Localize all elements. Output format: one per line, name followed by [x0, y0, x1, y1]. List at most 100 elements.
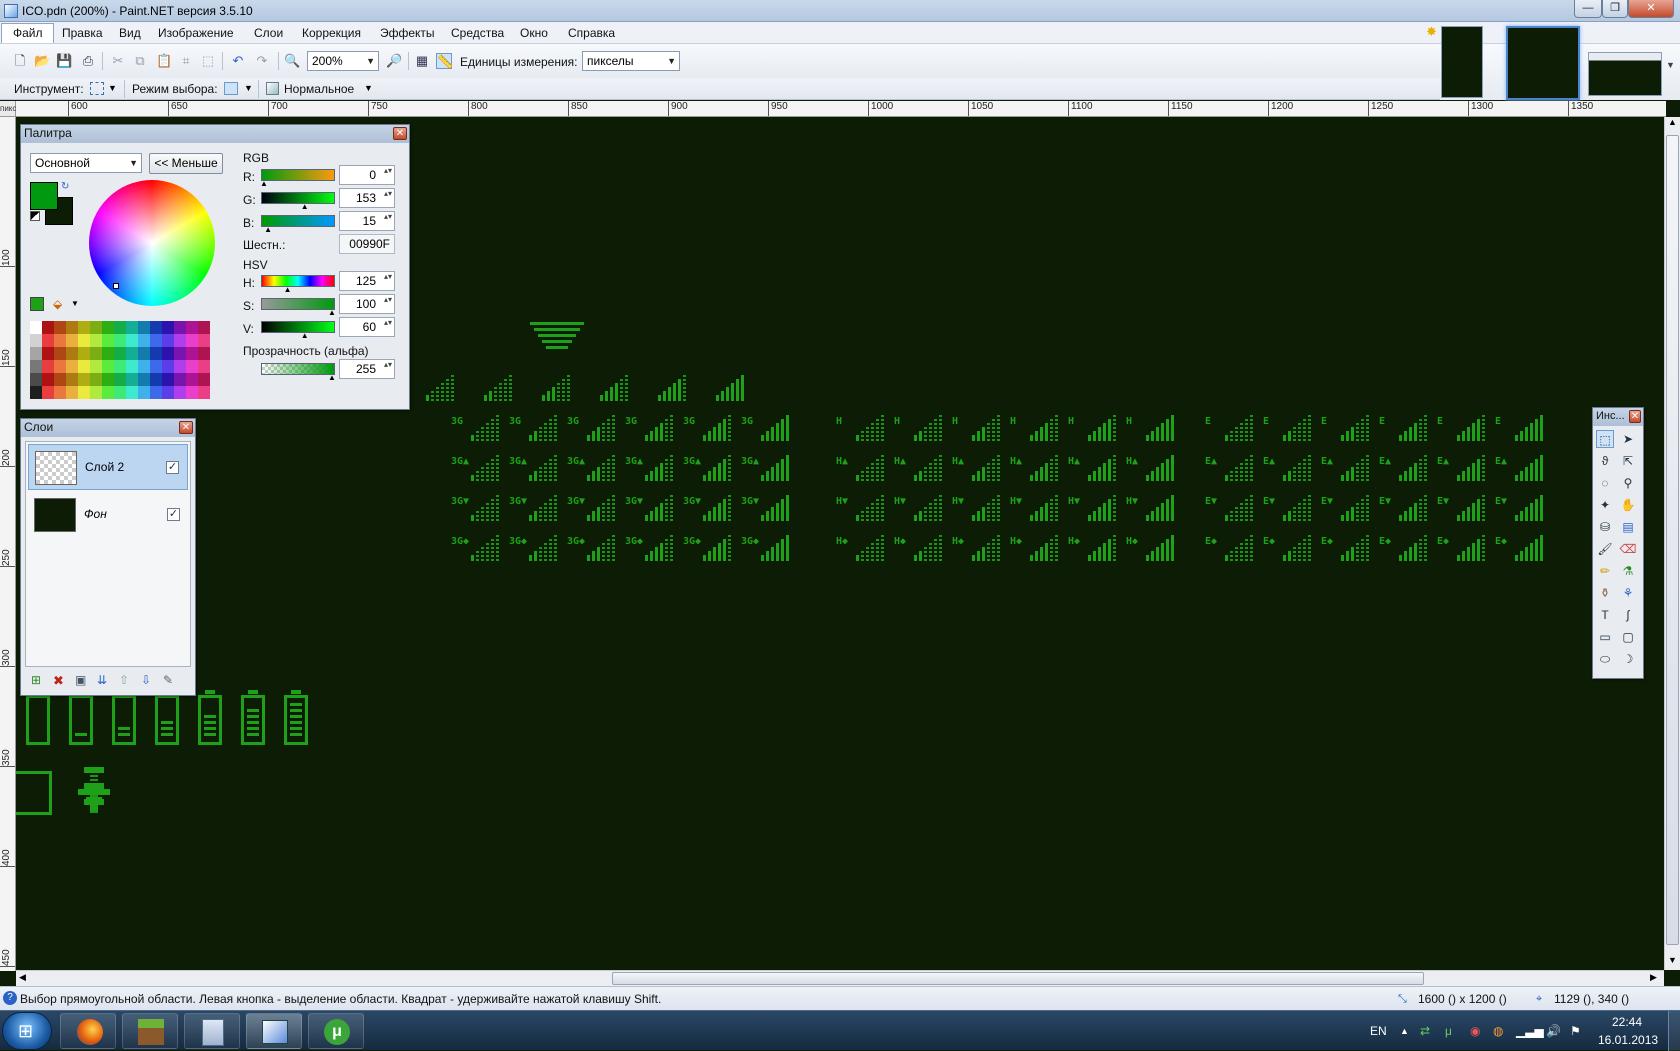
add-layer-icon[interactable]: ⊞ — [31, 673, 41, 687]
palette-swatch[interactable] — [198, 347, 210, 360]
volume-icon[interactable]: 🔊 — [1546, 1024, 1561, 1038]
palette-swatch[interactable] — [102, 360, 114, 373]
palette-swatch[interactable] — [42, 321, 54, 334]
menu-window[interactable]: Окно — [520, 26, 548, 40]
alpha-input[interactable]: 255 — [339, 359, 395, 379]
palette-swatch[interactable] — [186, 347, 198, 360]
palette-swatch[interactable] — [186, 386, 198, 399]
palette-swatch[interactable] — [174, 321, 186, 334]
rounded-rectangle-tool-icon[interactable]: ▢ — [1619, 628, 1637, 646]
close-icon[interactable]: ✕ — [393, 127, 407, 140]
menu-file[interactable]: Файл — [13, 26, 43, 40]
palette-swatch[interactable] — [150, 386, 162, 399]
clock-time[interactable]: 22:44 — [1612, 1015, 1642, 1029]
menu-help[interactable]: Справка — [568, 26, 615, 40]
h-input[interactable]: 125 — [339, 271, 395, 291]
palette-swatch[interactable] — [162, 321, 174, 334]
blend-mode-value[interactable]: Нормальное — [284, 82, 354, 96]
palette-swatch[interactable] — [54, 386, 66, 399]
open-icon[interactable]: 📂 — [34, 53, 50, 69]
scroll-down-icon[interactable]: ▼ — [1668, 955, 1677, 965]
palette-swatch[interactable] — [114, 321, 126, 334]
palette-swatch[interactable] — [90, 386, 102, 399]
palette-swatch[interactable] — [198, 373, 210, 386]
redo-icon[interactable]: ↷ — [254, 53, 270, 69]
palette-swatch[interactable] — [114, 373, 126, 386]
text-tool-icon[interactable]: T — [1596, 606, 1614, 624]
palette-swatch[interactable] — [102, 347, 114, 360]
magic-wand-tool-icon[interactable]: ✦ — [1596, 496, 1614, 514]
delete-layer-icon[interactable]: ✖ — [53, 673, 64, 689]
palette-swatch[interactable] — [198, 321, 210, 334]
vertical-scrollbar[interactable]: ▲ ▼ — [1664, 117, 1680, 970]
primary-color-swatch[interactable] — [30, 182, 58, 210]
palette-swatch[interactable] — [66, 321, 78, 334]
palette-swatch[interactable] — [78, 321, 90, 334]
palette-swatch[interactable] — [186, 373, 198, 386]
hex-input[interactable]: 00990F — [339, 234, 395, 254]
menu-edit[interactable]: Правка — [62, 26, 103, 40]
palette-swatches[interactable] — [30, 321, 212, 399]
save-icon[interactable]: 💾 — [56, 53, 72, 69]
taskbar-app-utorrent[interactable]: μ — [308, 1013, 364, 1049]
palette-swatch[interactable] — [126, 373, 138, 386]
language-indicator[interactable]: EN — [1370, 1024, 1387, 1038]
duplicate-layer-icon[interactable]: ▣ — [75, 673, 86, 687]
recolor-tool-icon[interactable]: ⚘ — [1619, 584, 1637, 602]
palette-swatch[interactable] — [138, 321, 150, 334]
color-picker-tool-icon[interactable]: ⚗ — [1619, 562, 1637, 580]
slider-handle[interactable]: ▲ — [301, 202, 309, 211]
palette-swatch[interactable] — [90, 334, 102, 347]
palette-swatch[interactable] — [114, 347, 126, 360]
tray-utorrent-icon[interactable]: μ — [1445, 1024, 1452, 1038]
vertical-scroll-thumb[interactable] — [1666, 135, 1679, 945]
palette-swatch[interactable] — [42, 386, 54, 399]
palette-swatch[interactable] — [66, 347, 78, 360]
slider-handle[interactable]: ▲ — [264, 225, 272, 234]
cut-icon[interactable]: ✂ — [110, 53, 126, 69]
new-icon[interactable]: 🗋 — [12, 53, 28, 69]
palette-swatch[interactable] — [90, 347, 102, 360]
palette-swatch[interactable] — [42, 334, 54, 347]
g-input[interactable]: 153 — [339, 188, 395, 208]
image-thumbnail-1[interactable] — [1441, 26, 1483, 98]
menu-adjustments[interactable]: Коррекция — [302, 26, 361, 40]
palette-swatch[interactable] — [162, 360, 174, 373]
deselect-icon[interactable]: ⬚ — [200, 53, 216, 69]
eraser-tool-icon[interactable]: ⌫ — [1619, 540, 1637, 558]
g-slider[interactable]: ▲ — [261, 192, 335, 211]
alpha-slider[interactable]: ▲ — [261, 363, 336, 382]
palette-swatch[interactable] — [78, 347, 90, 360]
units-combo[interactable]: пикселы ▼ — [582, 51, 680, 71]
tray-expand-icon[interactable]: ▲ — [1400, 1026, 1409, 1036]
palette-swatch[interactable] — [126, 386, 138, 399]
close-icon[interactable]: ✕ — [179, 421, 193, 434]
menu-view[interactable]: Вид — [119, 26, 141, 40]
palette-swatch[interactable] — [162, 347, 174, 360]
freeform-shape-tool-icon[interactable]: ☽ — [1619, 650, 1637, 668]
palette-swatch[interactable] — [114, 386, 126, 399]
palette-swatch[interactable] — [150, 321, 162, 334]
rectangle-tool-icon[interactable]: ▭ — [1596, 628, 1614, 646]
chevron-down-icon[interactable]: ▼ — [1666, 60, 1675, 70]
rectangle-select-tool-icon[interactable]: ⬚ — [1596, 430, 1614, 448]
move-selected-tool-icon[interactable]: ⇱ — [1619, 452, 1637, 470]
palette-swatch[interactable] — [30, 360, 42, 373]
palette-swatch[interactable] — [78, 386, 90, 399]
palette-menu-icon[interactable]: ⬙ — [53, 297, 62, 311]
menu-utilities[interactable]: Средства — [451, 26, 504, 40]
layer-visibility-checkbox[interactable]: ✓ — [167, 508, 180, 521]
palette-swatch[interactable] — [138, 334, 150, 347]
menu-effects[interactable]: Эффекты — [380, 26, 435, 40]
slider-handle[interactable]: ▲ — [301, 331, 309, 340]
v-input[interactable]: 60 — [339, 317, 395, 337]
menu-image[interactable]: Изображение — [158, 26, 234, 40]
layer-visibility-checkbox[interactable]: ✓ — [166, 461, 179, 474]
show-desktop-button[interactable] — [1668, 1011, 1680, 1051]
palette-swatch[interactable] — [198, 386, 210, 399]
palette-swatch[interactable] — [102, 334, 114, 347]
palette-swatch[interactable] — [198, 360, 210, 373]
palette-swatch[interactable] — [150, 334, 162, 347]
palette-swatch[interactable] — [174, 373, 186, 386]
palette-swatch[interactable] — [138, 360, 150, 373]
